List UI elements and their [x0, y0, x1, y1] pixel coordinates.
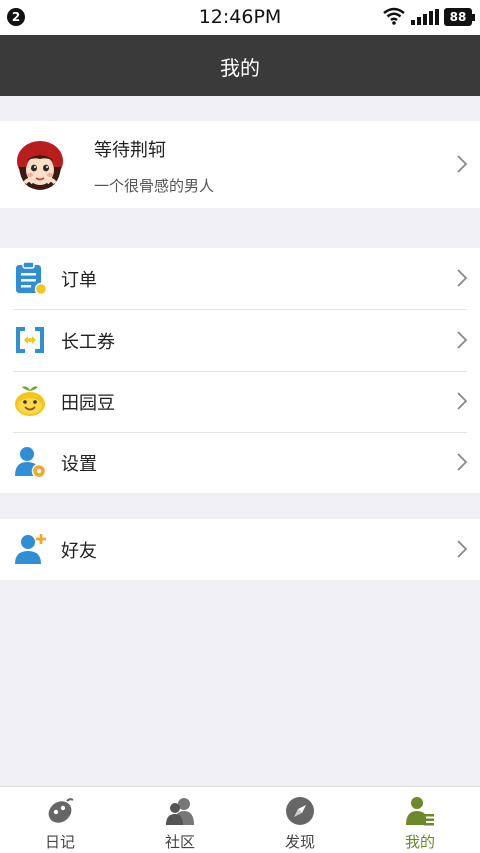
chevron-right-icon [457, 155, 467, 173]
tab-label: 社区 [164, 833, 195, 851]
signal-strength-icon [411, 9, 439, 25]
profile-card[interactable]: 等待荆轲 一个很骨感的男人 [0, 121, 480, 208]
menu-item-orders[interactable]: 订单 [0, 248, 480, 309]
profile-name: 等待荆轲 [94, 140, 166, 161]
menu-item-settings[interactable]: 设置 [0, 432, 480, 493]
page-title: 我的 [220, 56, 260, 80]
menu-item-beans[interactable]: 田园豆 [0, 371, 480, 432]
clipboard-icon [16, 261, 47, 295]
menu-item-label: 田园豆 [61, 393, 115, 414]
coupon-icon [16, 327, 44, 353]
tab-community[interactable]: 社区 [120, 787, 240, 853]
menu-list: 订单 长工券 田园豆 设置 [0, 248, 480, 493]
wifi-icon [383, 7, 405, 25]
chevron-right-icon [457, 331, 467, 349]
friends-group: 好友 [0, 519, 480, 580]
tab-label: 发现 [284, 833, 315, 851]
top-nav-bar: 我的 [0, 35, 480, 96]
tab-label: 我的 [404, 833, 435, 851]
menu-item-coupons[interactable]: 长工券 [0, 310, 480, 371]
tab-mine[interactable]: 我的 [360, 787, 480, 853]
battery-icon: 88 [444, 8, 475, 26]
avatar [13, 137, 67, 191]
tab-discover[interactable]: 发现 [240, 787, 360, 853]
diary-icon [48, 798, 74, 823]
menu-item-label: 设置 [61, 454, 97, 475]
tab-diary[interactable]: 日记 [0, 787, 120, 853]
compass-icon [286, 797, 314, 825]
add-friend-icon [15, 534, 46, 564]
chevron-right-icon [457, 269, 467, 287]
status-time: 12:46PM [198, 6, 282, 28]
tab-label: 日记 [44, 833, 75, 851]
menu-item-friends[interactable]: 好友 [0, 519, 480, 580]
menu-item-label: 长工券 [61, 332, 115, 353]
user-gear-icon [15, 447, 47, 479]
community-icon [166, 798, 194, 825]
profile-icon [406, 797, 434, 826]
menu-item-label: 好友 [61, 541, 97, 562]
profile-bio: 一个很骨感的男人 [94, 177, 215, 195]
chevron-right-icon [457, 453, 467, 471]
status-bar: 2 12:46PM 88 [0, 0, 480, 35]
bottom-tab-bar: 日记 社区 发现 我的 [0, 786, 480, 853]
chevron-right-icon [457, 540, 467, 558]
chevron-right-icon [457, 392, 467, 410]
bean-mascot-icon [15, 386, 45, 416]
menu-item-label: 订单 [61, 270, 97, 291]
